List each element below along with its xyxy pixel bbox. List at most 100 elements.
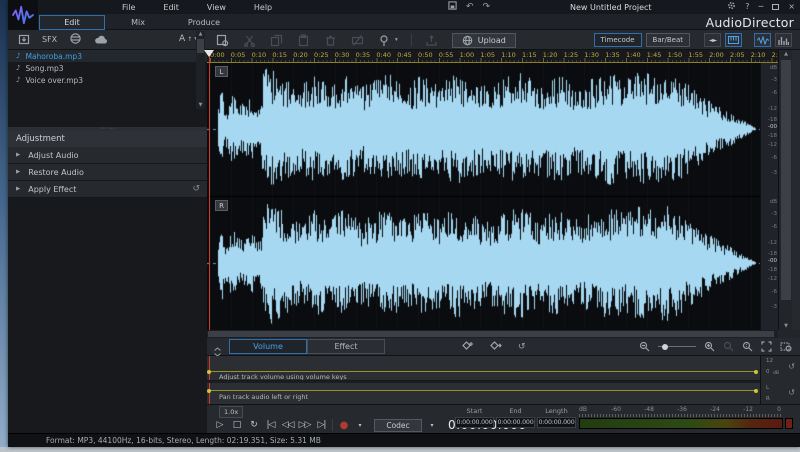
zoom-vertical-icon[interactable] [723,337,734,356]
time-field-value[interactable]: 0:00:00.000 [455,417,494,428]
next-keyframe-icon[interactable] [490,340,502,354]
maximize-button[interactable] [772,4,779,10]
copy-icon[interactable] [269,33,283,47]
volume-scale-unit: dB [773,371,779,376]
stop-button[interactable]: □ [230,418,243,432]
minimize-button[interactable]: ─ [758,2,763,11]
undo-keyframes-icon[interactable]: ↺ [518,342,526,352]
settings-gear-icon[interactable] [727,1,736,12]
scroll-up-icon[interactable]: ▲ [199,31,203,37]
keyboard-panel-icon[interactable] [725,33,742,47]
import-media-icon[interactable] [18,30,30,49]
reset-icon[interactable]: ↺ [192,184,200,194]
library-file-item[interactable]: ♪ Voice over.mp3 [8,74,207,86]
codec-button[interactable]: Codec [374,419,422,432]
workspace-tab[interactable]: Edit [39,15,105,30]
cut-icon[interactable] [242,33,256,47]
vertical-scrollbar[interactable]: ▲ ▼ [778,50,792,330]
adjustment-section[interactable]: ▶ Adjust Audio ↺ [8,147,207,164]
library-file-item[interactable]: ♪ Mahoroba.mp3 [8,50,207,62]
menu-item[interactable]: File [122,3,135,12]
fit-timeline-icon[interactable]: ◄► [704,33,721,47]
volume-keyframe-line[interactable] [209,371,758,372]
zoom-in-icon[interactable] [704,337,715,356]
record-button[interactable]: ● [337,418,350,432]
scroll-up-icon[interactable]: ▲ [779,51,793,57]
zoom-out-full-icon[interactable] [639,337,650,356]
time-field-value[interactable]: 0:00:00.000 [537,417,576,428]
waveform-editor-area[interactable]: L R [207,63,760,330]
scroll-down-icon[interactable]: ▼ [196,102,205,109]
download-content-icon[interactable] [69,30,82,49]
spectral-view-icon[interactable] [775,33,792,47]
fit-view-icon[interactable] [761,337,772,356]
delete-icon[interactable] [323,33,337,47]
marker-icon[interactable] [377,33,391,47]
pan-scale-left: L [766,385,769,391]
marker-dropdown-icon[interactable]: ▾ [395,37,398,43]
play-button[interactable]: ▷ [213,418,226,432]
codec-dropdown-icon[interactable]: ▾ [426,419,438,432]
adjustment-section[interactable]: ▶ Restore Audio ↺ [8,164,207,181]
redo-icon[interactable]: ↷ [483,2,491,12]
save-project-icon[interactable] [448,1,457,13]
fast-forward-button[interactable]: ▷▷ [298,418,311,432]
reset-pan-icon[interactable]: ↺ [788,388,795,397]
scrollbar-thumb[interactable] [781,60,791,300]
add-keyframe-icon[interactable] [462,340,474,354]
paste-icon[interactable] [296,33,310,47]
music-note-icon: ♪ [16,52,20,60]
file-list-scrollbar[interactable]: ▲ ▼ [196,31,205,109]
db-scale-label: -3 [772,170,777,176]
close-button[interactable]: × [788,2,795,11]
loop-button[interactable]: ↻ [247,418,260,432]
volume-automation-lane[interactable]: Adjust track volume using volume keys [207,356,760,381]
keyframe-dot[interactable] [207,370,211,374]
keyframe-dot[interactable] [207,389,211,393]
go-to-end-button[interactable]: ▷| [315,418,328,432]
waveform-display[interactable] [207,63,760,330]
cloud-icon[interactable] [94,30,108,49]
scrollbar-thumb[interactable] [197,39,204,53]
rewind-button[interactable]: ◁◁ [281,418,294,432]
time-field-label: End [509,407,521,417]
keyframe-dot[interactable] [754,389,758,393]
timecode-mode-button[interactable]: Timecode [594,33,642,47]
barbeat-mode-button[interactable]: Bar/Beat [646,33,690,47]
library-file-item[interactable]: ♪ Song.mp3 [8,62,207,74]
timeline-ruler[interactable]: 0:000:050:100:150:200:250:300:350:400:45… [207,50,800,63]
workspace-tab[interactable]: Mix [105,15,171,30]
pan-keyframe-line[interactable] [209,390,758,391]
audiodirector-logo-icon [12,5,34,25]
automation-tab[interactable]: Effect [307,339,385,354]
keyframe-dot[interactable] [754,370,758,374]
waveform-view-icon[interactable] [754,33,771,47]
ruler-major-ticks [210,58,792,62]
undo-icon[interactable]: ↶ [466,2,474,12]
adjustment-section[interactable]: ▶ Apply Effect ↺ [8,181,207,198]
menu-item[interactable]: View [207,3,226,12]
sfx-library-button[interactable]: SFX [42,35,57,44]
pan-automation-lane[interactable]: Pan track audio left or right [207,383,760,404]
zoom-level-icon[interactable] [742,337,753,356]
menu-item[interactable]: Help [254,3,272,12]
sort-button[interactable]: A↑▾ [179,34,197,44]
zoom-slider-knob[interactable] [662,344,668,350]
audio-properties-icon[interactable] [215,33,229,47]
scroll-down-icon[interactable]: ▼ [779,323,793,329]
zoom-slider[interactable] [658,346,696,347]
export-icon[interactable] [425,33,439,47]
zoom-selection-icon[interactable] [780,337,792,356]
record-options-icon[interactable]: ▾ [354,419,366,432]
help-icon[interactable]: ? [745,2,749,11]
go-to-start-button[interactable]: |◁ [264,418,277,432]
automation-tab[interactable]: Volume [229,339,307,354]
menu-item[interactable]: Edit [163,3,179,12]
workspace-tab[interactable]: Produce [171,15,237,30]
volume-scale-zero: 0 [766,369,770,375]
trim-icon[interactable] [350,33,364,47]
playhead-marker[interactable] [204,50,214,57]
reset-volume-icon[interactable]: ↺ [788,362,795,371]
time-field-value[interactable]: 0:00:00.000 [496,417,535,428]
upload-button[interactable]: Upload [452,33,516,48]
